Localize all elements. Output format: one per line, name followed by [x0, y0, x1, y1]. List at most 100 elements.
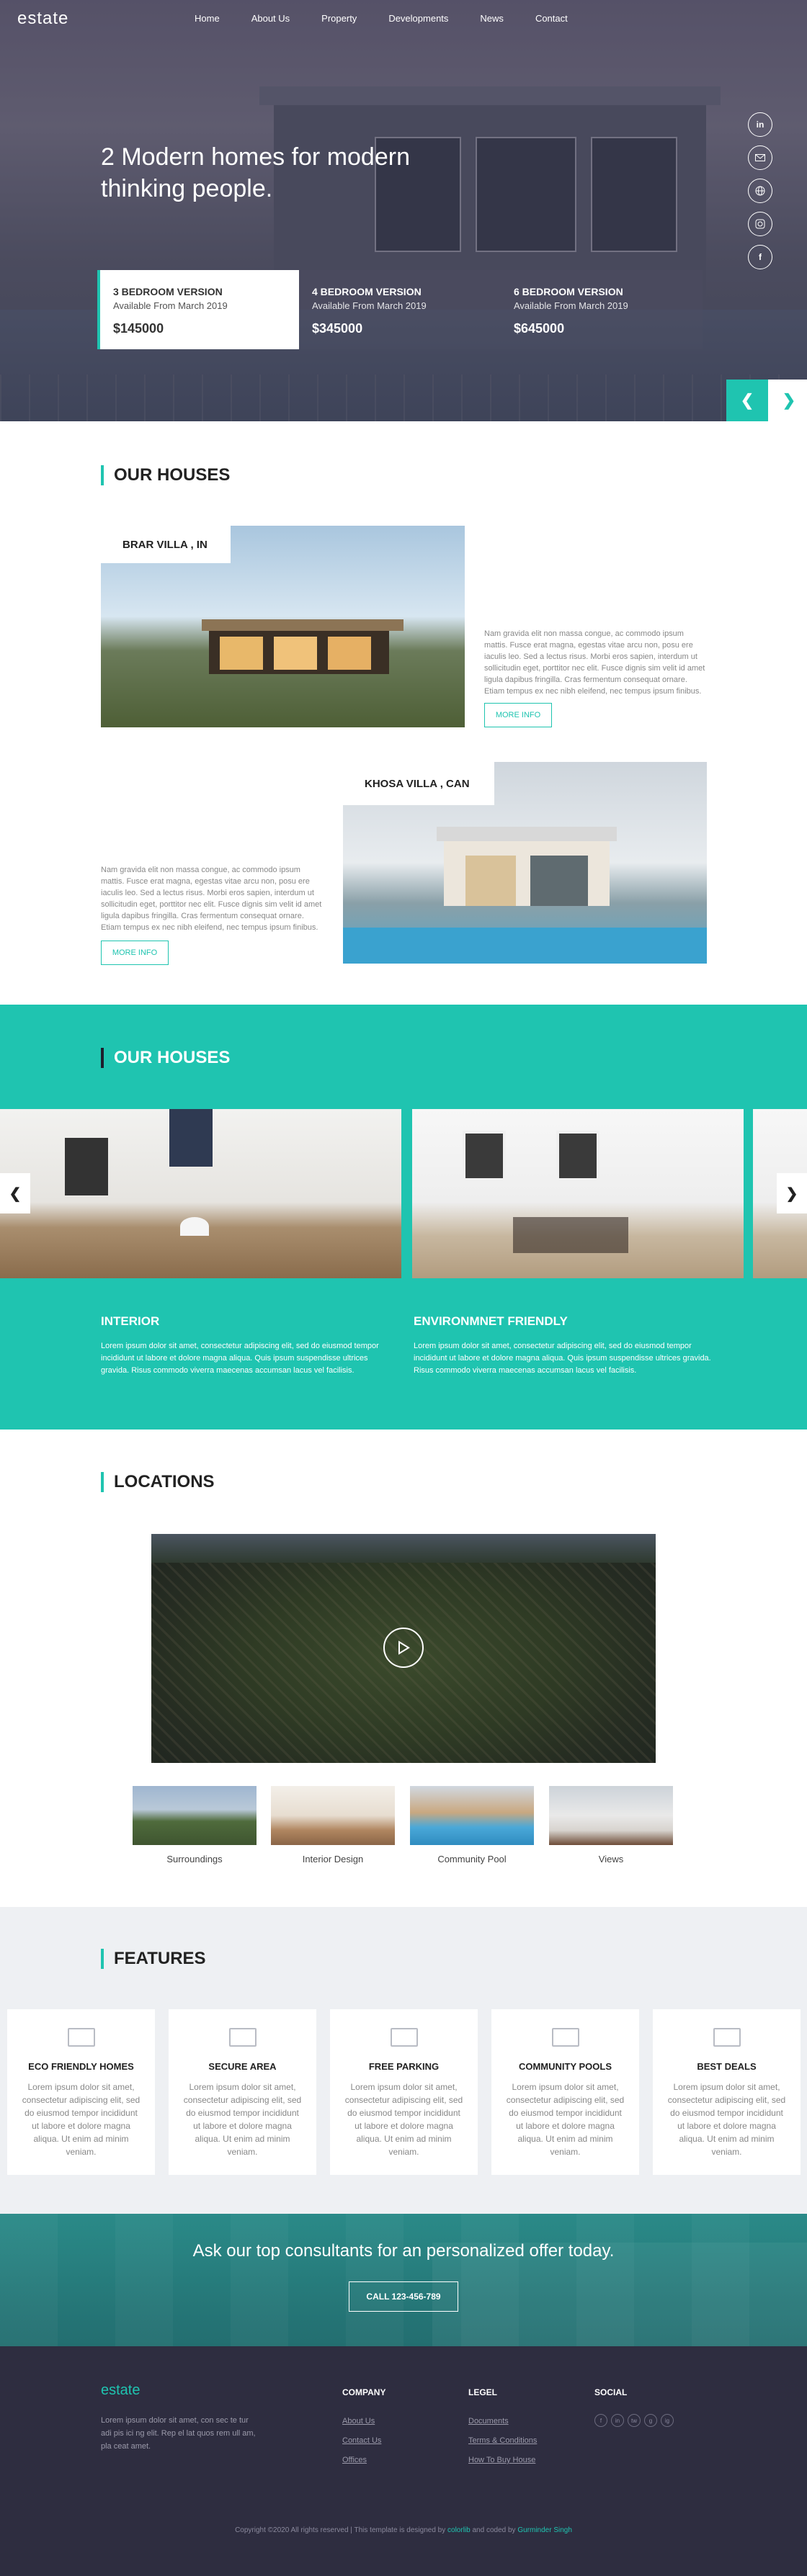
version-card[interactable]: 4 BEDROOM VERSION Available From March 2…: [299, 270, 501, 349]
feature-card: FREE PARKING Lorem ipsum dolor sit amet,…: [330, 2009, 478, 2175]
villa-label: KHOSA VILLA , CAN: [343, 762, 494, 805]
chevron-left-icon: ❮: [740, 391, 754, 409]
copyright: Copyright ©2020 All rights reserved | Th…: [0, 2526, 807, 2534]
villa-window: [220, 637, 263, 670]
nav-about[interactable]: About Us: [251, 13, 290, 24]
version-title: 3 BEDROOM VERSION: [113, 286, 223, 297]
id-card-icon: [551, 2028, 579, 2047]
location-video[interactable]: [151, 1534, 656, 1763]
surroundings-thumb[interactable]: [133, 1786, 257, 1845]
views-thumb[interactable]: [549, 1786, 673, 1845]
facebook-icon[interactable]: f: [594, 2414, 607, 2427]
version-available: Available From March 2019: [113, 300, 228, 311]
logo[interactable]: estate: [17, 9, 68, 29]
room-art: [65, 1138, 108, 1195]
nav-contact[interactable]: Contact: [535, 13, 568, 24]
id-card-icon: [390, 2028, 418, 2047]
twitter-icon[interactable]: tw: [628, 2414, 641, 2427]
footer-about: Lorem ipsum dolor sit amet, con sec te t…: [101, 2416, 256, 2451]
room-window: [556, 1131, 599, 1181]
coder-link[interactable]: Gurminder Singh: [517, 2526, 572, 2534]
footer-link[interactable]: Contact Us: [342, 2436, 381, 2445]
footer-social-icons: f in tw g ig: [594, 2414, 674, 2427]
slider-next-button[interactable]: ❯: [777, 1173, 807, 1213]
interior-design-thumb[interactable]: [271, 1786, 395, 1845]
more-info-button[interactable]: MORE INFO: [101, 941, 169, 965]
room-window: [463, 1131, 506, 1181]
instagram-icon[interactable]: ig: [661, 2414, 674, 2427]
houses-heading: OUR HOUSES: [101, 465, 230, 485]
room-lamp: [180, 1217, 209, 1236]
dining-image: [412, 1109, 744, 1278]
villa-description: Nam gravida elit non massa congue, ac co…: [484, 629, 705, 696]
google-icon[interactable]: g: [644, 2414, 657, 2427]
interior-image: [0, 1109, 401, 1278]
cta-section: Ask our top consultants for an personali…: [0, 2214, 807, 2346]
chevron-right-icon: ❯: [782, 391, 796, 409]
call-button[interactable]: CALL 123-456-789: [349, 2281, 458, 2312]
version-title: 6 BEDROOM VERSION: [514, 286, 623, 297]
feature-card: SECURE AREA Lorem ipsum dolor sit amet, …: [169, 2009, 316, 2175]
hero-title: 2 Modern homes for modern thinking peopl…: [101, 143, 410, 202]
footer-link[interactable]: About Us: [342, 2417, 375, 2425]
footer-logo[interactable]: estate: [101, 2382, 140, 2399]
feature-card-title: ECO FRIENDLY HOMES: [28, 2061, 134, 2072]
play-icon: [398, 1641, 410, 1655]
nav-property[interactable]: Property: [321, 13, 357, 24]
community-pool-thumb[interactable]: [410, 1786, 534, 1845]
designer-link[interactable]: colorlib: [447, 2526, 471, 2534]
global-icon[interactable]: [748, 179, 772, 203]
version-tabs: 3 BEDROOM VERSION Available From March 2…: [97, 270, 703, 349]
thumb-caption: Community Pool: [437, 1854, 507, 1864]
footer: estate Lorem ipsum dolor sit amet, con s…: [0, 2346, 807, 2576]
villa-pool: [343, 928, 707, 964]
villa-window: [530, 856, 588, 906]
feature-heading: ENVIRONMNET FRIENDLY: [414, 1314, 568, 1328]
feature-card-text: Lorem ipsum dolor sit amet, consectetur …: [344, 2082, 463, 2157]
feature-card: COMMUNITY POOLS Lorem ipsum dolor sit am…: [491, 2009, 639, 2175]
houses-teal-heading: OUR HOUSES: [101, 1048, 230, 1068]
facebook-icon[interactable]: f: [748, 245, 772, 269]
footer-link[interactable]: Offices: [342, 2456, 367, 2464]
villa-description: Nam gravida elit non massa congue, ac co…: [101, 866, 322, 932]
feature-card-title: SECURE AREA: [208, 2061, 277, 2072]
instagram-icon[interactable]: [748, 212, 772, 236]
footer-link[interactable]: How To Buy House: [468, 2456, 535, 2464]
feature-card: ECO FRIENDLY HOMES Lorem ipsum dolor sit…: [7, 2009, 155, 2175]
nav-developments[interactable]: Developments: [388, 13, 448, 24]
mail-icon[interactable]: [748, 145, 772, 170]
features-section: FEATURES ECO FRIENDLY HOMES Lorem ipsum …: [0, 1907, 807, 2214]
copyright-text: Copyright ©2020 All rights reserved | Th…: [235, 2526, 446, 2534]
feature-text: Lorem ipsum dolor sit amet, consectetur …: [414, 1342, 711, 1375]
id-card-icon: [713, 2028, 741, 2047]
footer-link[interactable]: Documents: [468, 2417, 509, 2425]
feature-card-title: FREE PARKING: [368, 2061, 440, 2072]
hero-prev-button[interactable]: ❮: [726, 380, 768, 421]
play-button[interactable]: [383, 1628, 424, 1668]
nav-home[interactable]: Home: [195, 13, 220, 24]
room-art: [169, 1109, 213, 1167]
version-available: Available From March 2019: [514, 300, 628, 311]
houses-teal-section: OUR HOUSES ❮ ❯ INTERIOR Lorem ipsum dolo…: [0, 1005, 807, 1430]
feature-cards: ECO FRIENDLY HOMES Lorem ipsum dolor sit…: [7, 2009, 801, 2175]
thumb-caption: Interior Design: [302, 1854, 364, 1864]
hero-next-button[interactable]: ❯: [768, 380, 807, 421]
nav-news[interactable]: News: [480, 13, 504, 24]
feature-text: Lorem ipsum dolor sit amet, consectetur …: [101, 1342, 379, 1375]
version-card[interactable]: 3 BEDROOM VERSION Available From March 2…: [97, 270, 299, 349]
footer-link[interactable]: Terms & Conditions: [468, 2436, 537, 2445]
linkedin-icon[interactable]: in: [748, 112, 772, 137]
room-rug: [513, 1217, 628, 1253]
thumb-caption: Surroundings: [166, 1854, 223, 1864]
video-horizon: [151, 1534, 656, 1563]
feature-card-text: Lorem ipsum dolor sit amet, consectetur …: [183, 2082, 302, 2157]
linkedin-icon[interactable]: in: [611, 2414, 624, 2427]
id-card-icon: [67, 2028, 95, 2047]
feature-card-text: Lorem ipsum dolor sit amet, consectetur …: [667, 2082, 786, 2157]
cta-texture: [0, 2214, 807, 2346]
slider-prev-button[interactable]: ❮: [0, 1173, 30, 1213]
version-card[interactable]: 6 BEDROOM VERSION Available From March 2…: [501, 270, 703, 349]
villa-window: [465, 856, 516, 906]
chevron-left-icon: ❮: [9, 1185, 22, 1202]
more-info-button[interactable]: MORE INFO: [484, 703, 552, 727]
